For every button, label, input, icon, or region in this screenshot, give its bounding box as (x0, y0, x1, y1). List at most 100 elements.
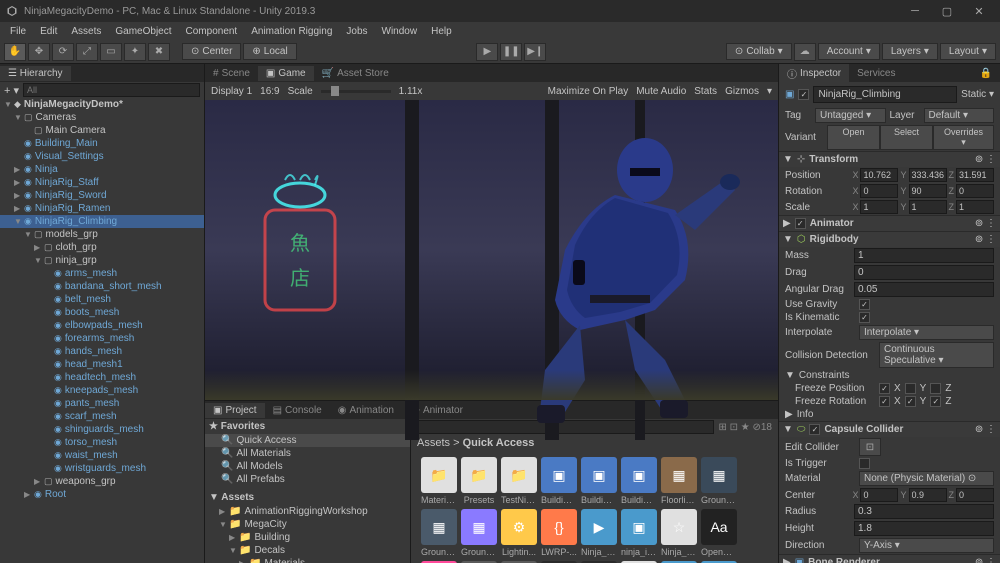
tab-asset-store[interactable]: 🛒 Asset Store (314, 66, 397, 81)
asset-item[interactable]: ▶Ninja_Di... (581, 509, 617, 557)
freeze-rot-y[interactable] (905, 396, 916, 407)
freeze-pos-x[interactable] (879, 383, 890, 394)
maximize-button[interactable]: ▢ (932, 2, 962, 20)
hierarchy-item[interactable]: ▶◉Ninja (0, 163, 204, 176)
capsule-collider-header[interactable]: ▼⬭ Capsule Collider ⊚ ⋮ (779, 421, 1000, 437)
freeze-rot-x[interactable] (879, 396, 890, 407)
menu-window[interactable]: Window (376, 24, 424, 39)
hierarchy-item[interactable]: ▼▢Cameras (0, 111, 204, 124)
menu-file[interactable]: File (4, 24, 32, 39)
tab-hierarchy[interactable]: ☰ Hierarchy (0, 66, 71, 81)
hierarchy-item[interactable]: ◉shinguards_mesh (0, 423, 204, 436)
project-tree-item[interactable]: ▶📁Materials (205, 557, 410, 563)
mute-audio[interactable]: Mute Audio (636, 86, 686, 97)
scale-x[interactable] (860, 200, 898, 214)
prefab-select-button[interactable]: Select (880, 125, 933, 150)
hierarchy-search[interactable] (23, 83, 200, 97)
collab-dropdown[interactable]: ⊙ Collab ▾ (726, 43, 792, 60)
height-field[interactable] (854, 521, 994, 536)
animator-component-header[interactable]: ▶ Animator ⊚ ⋮ (779, 215, 1000, 231)
scale-y[interactable] (909, 200, 947, 214)
menu-assets[interactable]: Assets (65, 24, 107, 39)
layers-dropdown[interactable]: Layers ▾ (882, 43, 938, 60)
is-trigger-toggle[interactable] (859, 458, 870, 469)
scale-slider[interactable] (321, 90, 391, 93)
gizmos-dropdown[interactable]: Gizmos (725, 86, 759, 97)
rotation-y[interactable] (909, 184, 947, 198)
angular-drag-field[interactable] (854, 282, 994, 297)
project-tree-item[interactable]: ▶📁AnimationRiggingWorkshop (205, 505, 410, 518)
favorite-item[interactable]: 🔍Quick Access (205, 434, 410, 447)
hierarchy-item[interactable]: ◉elbowpads_mesh (0, 319, 204, 332)
asset-item[interactable]: 📁Materials (421, 457, 457, 505)
hierarchy-item[interactable]: ◉belt_mesh (0, 293, 204, 306)
project-tree-item[interactable]: ▼📁MegaCity (205, 518, 410, 531)
tab-animation[interactable]: ◉ Animation (330, 403, 402, 418)
direction-dropdown[interactable]: Y-Axis ▾ (859, 538, 994, 553)
gameobject-active-toggle[interactable] (798, 89, 809, 100)
rect-tool[interactable]: ▭ (100, 43, 122, 61)
tab-services[interactable]: Services (849, 66, 903, 81)
project-tree-item[interactable]: ▼📁Decals (205, 544, 410, 557)
hierarchy-item[interactable]: ▼▢ninja_grp (0, 254, 204, 267)
hand-tool[interactable]: ✋ (4, 43, 26, 61)
static-dropdown[interactable]: Static ▾ (961, 89, 994, 100)
hierarchy-item[interactable]: ◉Building_Main (0, 137, 204, 150)
scale-tool[interactable]: ⤢ (76, 43, 98, 61)
menu-help[interactable]: Help (425, 24, 458, 39)
rotation-z[interactable] (956, 184, 994, 198)
hierarchy-item[interactable]: ▼▢models_grp (0, 228, 204, 241)
menu-gameobject[interactable]: GameObject (109, 24, 177, 39)
freeze-rot-z[interactable] (930, 396, 941, 407)
asset-item[interactable]: ▣Building... (541, 457, 577, 505)
favorite-item[interactable]: 🔍All Materials (205, 447, 410, 460)
tab-scene[interactable]: # Scene (205, 66, 258, 81)
prefab-overrides-button[interactable]: Overrides ▾ (933, 125, 994, 150)
asset-item[interactable]: ▣ninja_idle (621, 509, 657, 557)
minimize-button[interactable]: ─ (900, 2, 930, 20)
asset-item[interactable]: ▦Ground... (421, 509, 457, 557)
maximize-on-play[interactable]: Maximize On Play (548, 86, 629, 97)
asset-item[interactable]: AaOpen_G... (701, 509, 737, 557)
hierarchy-item[interactable]: ▶◉NinjaRig_Ramen (0, 202, 204, 215)
menu-animation-rigging[interactable]: Animation Rigging (245, 24, 338, 39)
hierarchy-item[interactable]: ▢Main Camera (0, 124, 204, 137)
position-z[interactable] (956, 168, 994, 182)
hierarchy-item[interactable]: ◉kneepads_mesh (0, 384, 204, 397)
pivot-rotation[interactable]: ⊕ Local (243, 43, 296, 60)
hierarchy-item[interactable]: ◉waist_mesh (0, 449, 204, 462)
asset-item[interactable]: ☆Ninja_To... (661, 509, 697, 557)
transform-tool[interactable]: ✦ (124, 43, 146, 61)
menu-edit[interactable]: Edit (34, 24, 63, 39)
hierarchy-item[interactable]: ◉arms_mesh (0, 267, 204, 280)
use-gravity-toggle[interactable] (859, 299, 870, 310)
project-tree-item[interactable]: ▶📁Building (205, 531, 410, 544)
prefab-open-button[interactable]: Open (827, 125, 880, 150)
bone-renderer-1-header[interactable]: ▶▣Bone Renderer⊚ ⋮ (779, 554, 1000, 563)
hierarchy-scene[interactable]: ▼◆NinjaMegacityDemo* (0, 98, 204, 111)
hierarchy-item[interactable]: ▶▢cloth_grp (0, 241, 204, 254)
asset-item[interactable]: 📁TestNinj... (501, 457, 537, 505)
hierarchy-item[interactable]: ◉pants_mesh (0, 397, 204, 410)
radius-field[interactable] (854, 504, 994, 519)
pivot-mode[interactable]: ⊙ Center (182, 43, 241, 60)
rotate-tool[interactable]: ⟳ (52, 43, 74, 61)
account-dropdown[interactable]: Account ▾ (818, 43, 880, 60)
mass-field[interactable] (854, 248, 994, 263)
menu-jobs[interactable]: Jobs (340, 24, 373, 39)
interpolate-dropdown[interactable]: Interpolate ▾ (859, 325, 994, 340)
layout-dropdown[interactable]: Layout ▾ (940, 43, 996, 60)
collision-dropdown[interactable]: Continuous Speculative ▾ (879, 342, 994, 368)
edit-collider-button[interactable]: ⊡ (859, 438, 881, 456)
hierarchy-item[interactable]: ◉scarf_mesh (0, 410, 204, 423)
rotation-x[interactable] (860, 184, 898, 198)
tab-project[interactable]: ▣ Project (205, 403, 265, 418)
hierarchy-item[interactable]: ▼◉NinjaRig_Climbing (0, 215, 204, 228)
center-z[interactable] (956, 488, 994, 502)
hierarchy-item[interactable]: ◉torso_mesh (0, 436, 204, 449)
drag-field[interactable] (854, 265, 994, 280)
move-tool[interactable]: ✥ (28, 43, 50, 61)
position-y[interactable] (909, 168, 947, 182)
play-button[interactable]: ▶ (476, 43, 498, 61)
hierarchy-item[interactable]: ▶◉NinjaRig_Staff (0, 176, 204, 189)
